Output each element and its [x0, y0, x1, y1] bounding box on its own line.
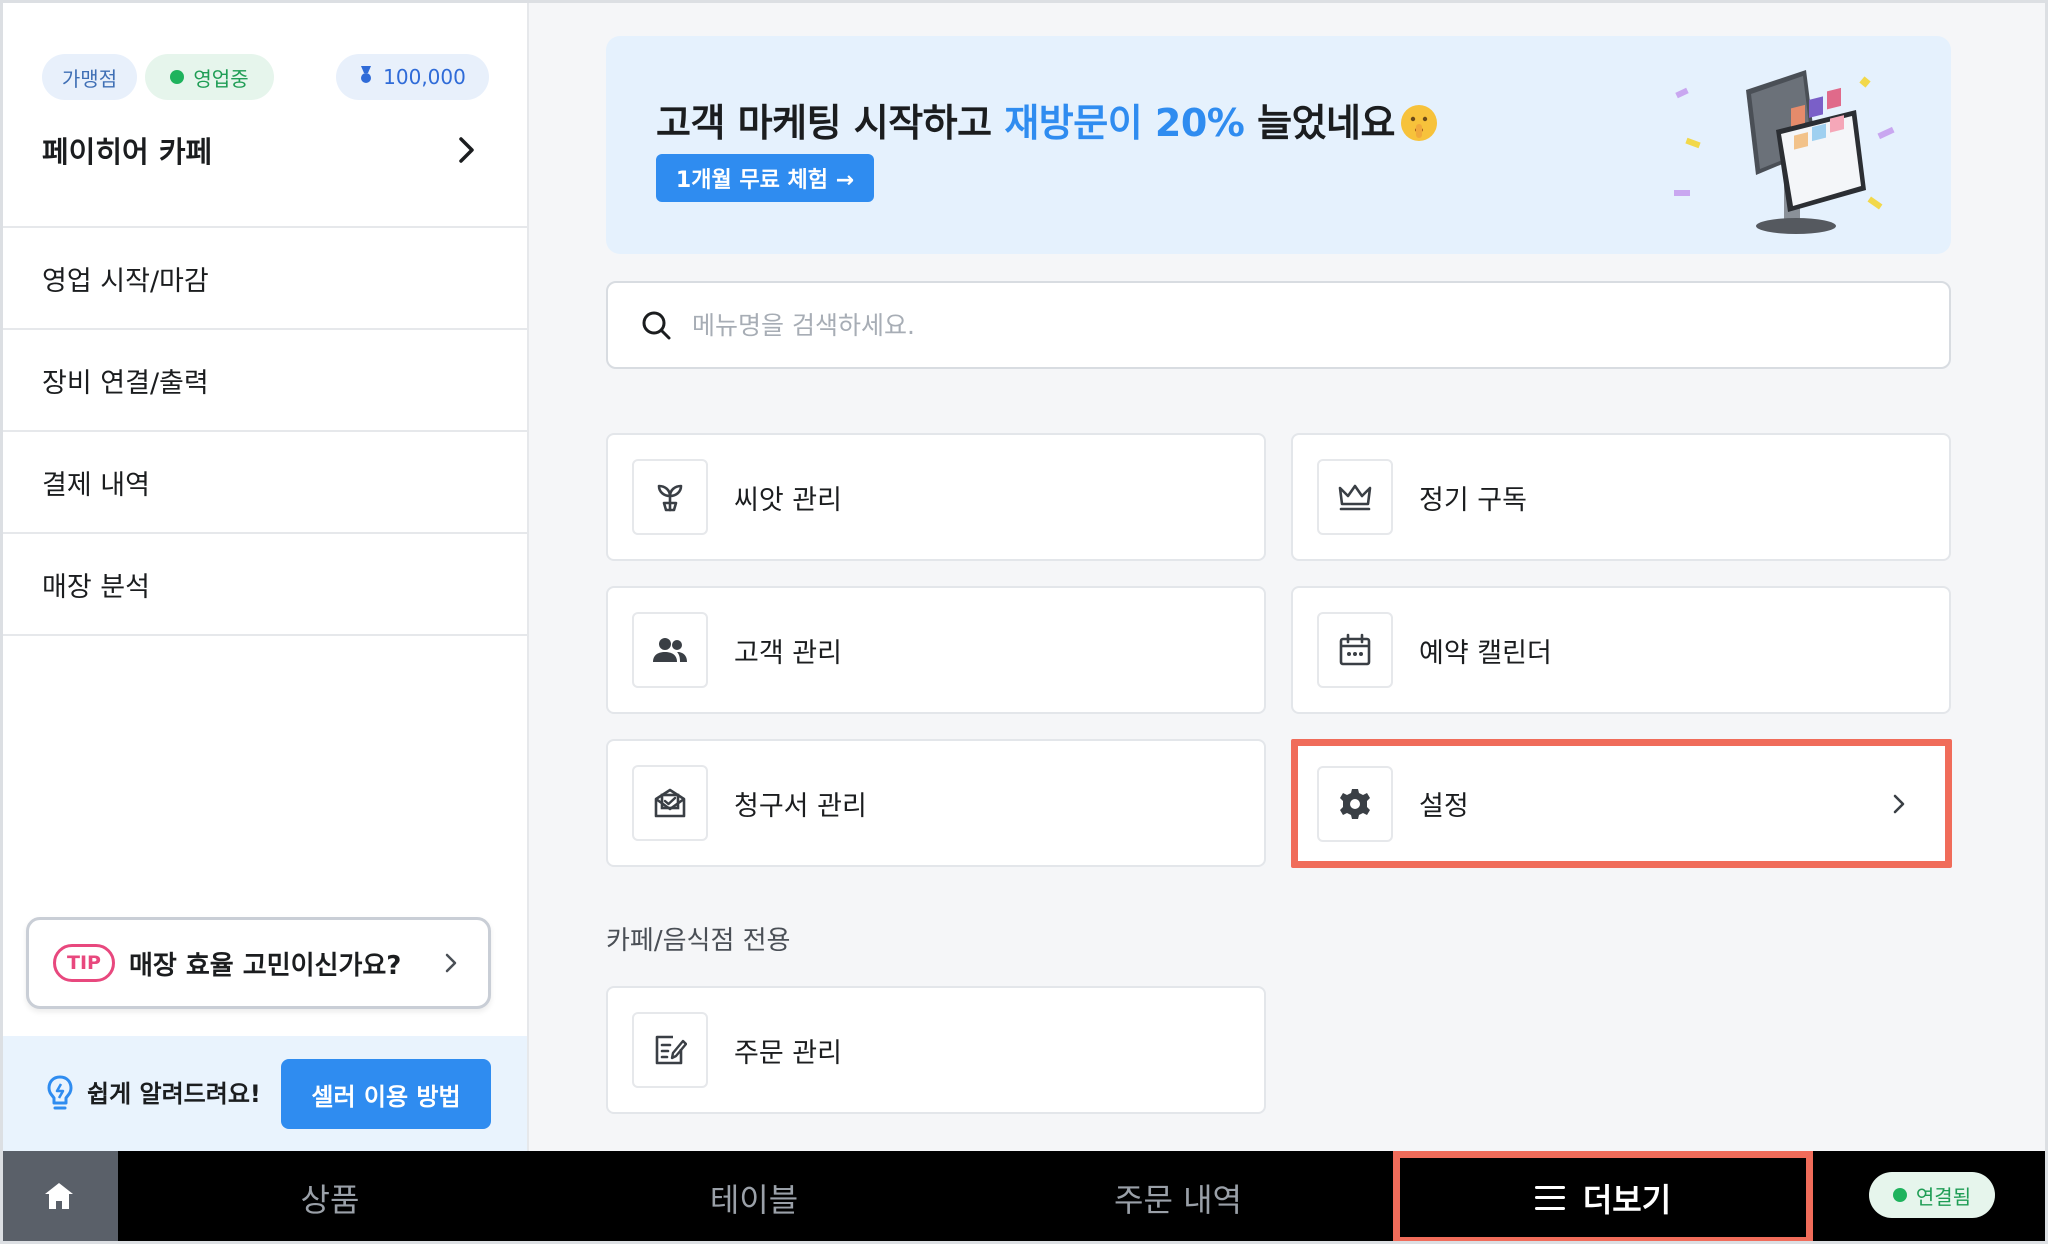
- tip-card[interactable]: TIP 매장 효율 고민이신가요?: [26, 917, 491, 1009]
- sidebar-item-device-connection[interactable]: 장비 연결/출력: [0, 330, 527, 432]
- search-input[interactable]: [692, 310, 1949, 340]
- calendar-icon: [1317, 612, 1393, 688]
- seller-guide-button[interactable]: 셀러 이용 방법: [281, 1059, 491, 1129]
- connection-status-label: 연결됨: [1915, 1184, 1972, 1209]
- help-panel: 쉽게 알려드려요! 셀러 이용 방법: [0, 1036, 527, 1151]
- menu-card-reservation-calendar[interactable]: 예약 캘린더: [1291, 586, 1951, 714]
- tab-label: 테이블: [709, 1180, 799, 1219]
- banner-title-highlight: 재방문이 20%: [1004, 101, 1245, 145]
- menu-card-label: 씨앗 관리: [734, 484, 842, 516]
- chevron-right-icon: [1887, 793, 1911, 815]
- menu-card-label: 정기 구독: [1419, 484, 1527, 516]
- tab-tables[interactable]: 테이블: [542, 1151, 966, 1244]
- status-dot-icon: [170, 70, 185, 84]
- menu-card-invoice-management[interactable]: 청구서 관리: [606, 739, 1266, 867]
- sidebar-item-label: 매장 분석: [42, 571, 150, 603]
- home-button[interactable]: [0, 1151, 118, 1244]
- store-selector[interactable]: 페이히어 카페: [42, 122, 482, 178]
- tip-badge: TIP: [53, 944, 115, 982]
- menu-card-label: 설정: [1419, 791, 1469, 822]
- tab-label: 더보기: [1582, 1180, 1672, 1219]
- chevron-right-icon: [436, 952, 466, 974]
- franchise-badge: 가맹점: [42, 54, 137, 100]
- menu-card-settings[interactable]: 설정: [1291, 739, 1952, 868]
- section-title-cafe-restaurant: 카페/음식점 전용: [606, 926, 791, 956]
- free-trial-button[interactable]: 1개월 무료 체험 →: [656, 154, 874, 202]
- crown-icon: [1317, 459, 1393, 535]
- menu-card-label: 청구서 관리: [734, 790, 867, 822]
- banner-title-prefix: 고객 마케팅 시작하고: [656, 101, 1005, 145]
- menu-card-label: 예약 캘린더: [1419, 637, 1552, 669]
- search-icon: [640, 309, 672, 341]
- banner-title-suffix: 늘었네요: [1244, 101, 1395, 145]
- sidebar-item-store-analytics[interactable]: 매장 분석: [0, 534, 527, 636]
- gear-icon: [1317, 765, 1393, 842]
- invoice-icon: [632, 765, 708, 841]
- tip-text: 매장 효율 고민이신가요?: [129, 950, 402, 981]
- status-badge: 영업중: [145, 54, 274, 100]
- sidebar: 가맹점 영업중 100,000 페이히어 카페 영업 시작/마감 장비 연결/출…: [0, 0, 529, 1151]
- tab-label: 주문 내역: [1114, 1180, 1242, 1219]
- promo-banner[interactable]: 고객 마케팅 시작하고 재방문이 20% 늘었네요 1개월 무료 체험 →: [606, 36, 1951, 254]
- status-dot-icon: [1892, 1188, 1907, 1202]
- sidebar-item-business-open-close[interactable]: 영업 시작/마감: [0, 228, 527, 330]
- menu-card-customer-management[interactable]: 고객 관리: [606, 586, 1266, 714]
- tab-order-history[interactable]: 주문 내역: [966, 1151, 1390, 1244]
- points-badge[interactable]: 100,000: [336, 54, 489, 100]
- points-value: 100,000: [383, 65, 466, 89]
- bottom-nav: 상품 테이블 주문 내역 더보기 연결됨: [0, 1151, 2048, 1244]
- lightbulb-icon: [44, 1074, 76, 1114]
- chevron-right-icon: [452, 135, 482, 165]
- people-icon: [632, 612, 708, 688]
- menu-card-label: 주문 관리: [734, 1037, 842, 1069]
- banner-title: 고객 마케팅 시작하고 재방문이 20% 늘었네요: [656, 92, 1437, 147]
- main-content: 고객 마케팅 시작하고 재방문이 20% 늘었네요 1개월 무료 체험 → 메뉴…: [529, 0, 2048, 1151]
- sprout-icon: [632, 459, 708, 535]
- store-name: 페이히어 카페: [42, 135, 213, 169]
- tab-more[interactable]: 더보기: [1393, 1151, 1813, 1244]
- store-badges: 가맹점 영업중 100,000: [42, 54, 489, 100]
- home-icon: [43, 1181, 75, 1215]
- menu-card-seed-management[interactable]: 씨앗 관리: [606, 433, 1266, 561]
- hamburger-menu-icon: [1534, 1185, 1565, 1210]
- sidebar-menu: 영업 시작/마감 장비 연결/출력 결제 내역 매장 분석: [0, 226, 527, 636]
- tab-label: 상품: [300, 1180, 360, 1219]
- help-text: 쉽게 알려드려요!: [87, 1080, 261, 1108]
- shushing-face-icon: [1400, 105, 1437, 141]
- order-edit-icon: [632, 1012, 708, 1088]
- sidebar-item-payment-history[interactable]: 결제 내역: [0, 432, 527, 534]
- medal-icon: [359, 65, 373, 90]
- franchise-badge-label: 가맹점: [61, 66, 118, 91]
- menu-card-subscription[interactable]: 정기 구독: [1291, 433, 1951, 561]
- search-bar[interactable]: [606, 281, 1951, 369]
- status-badge-label: 영업중: [193, 66, 249, 91]
- sidebar-item-label: 장비 연결/출력: [42, 367, 209, 399]
- menu-card-label: 고객 관리: [734, 637, 842, 669]
- sidebar-item-label: 결제 내역: [42, 469, 150, 501]
- menu-card-order-management[interactable]: 주문 관리: [606, 986, 1266, 1114]
- connection-status-badge: 연결됨: [1869, 1172, 1995, 1218]
- sidebar-item-label: 영업 시작/마감: [42, 265, 209, 297]
- tab-products[interactable]: 상품: [118, 1151, 542, 1244]
- pos-terminal-illustration: [1674, 70, 1895, 234]
